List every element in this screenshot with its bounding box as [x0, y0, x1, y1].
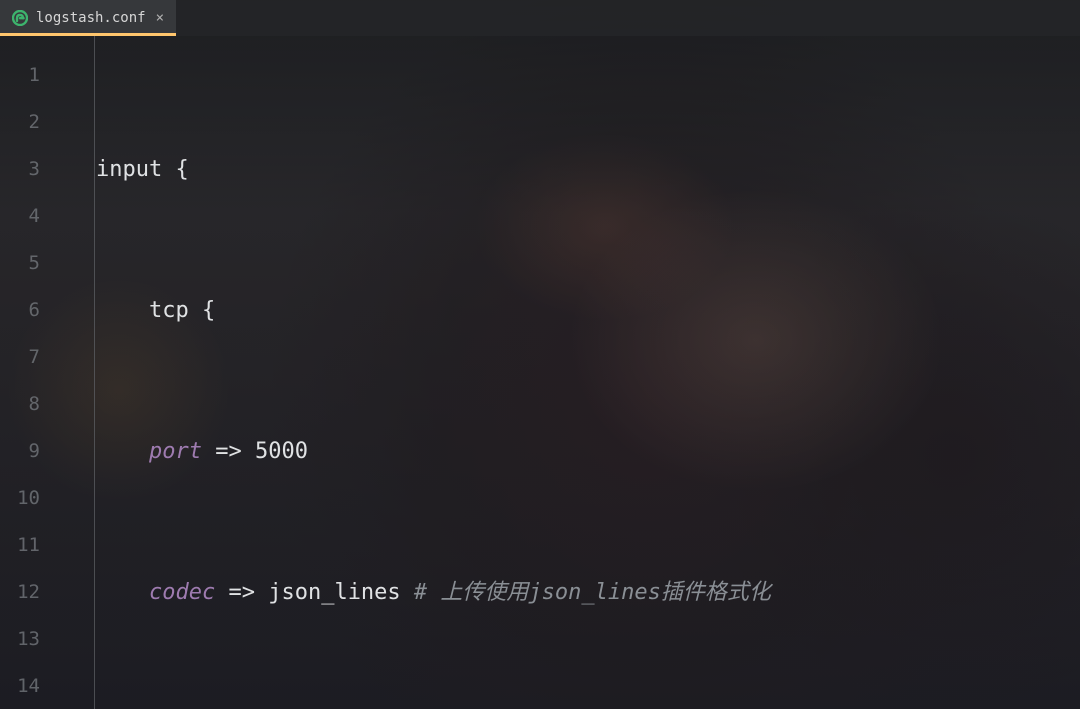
- brace-open: {: [202, 298, 215, 323]
- line-number: 1: [0, 52, 50, 99]
- code-line[interactable]: tcp {: [96, 287, 1080, 334]
- line-number: 12: [0, 569, 50, 616]
- tab-bar: logstash.conf ×: [0, 0, 1080, 36]
- line-number: 8: [0, 381, 50, 428]
- code-line[interactable]: port => 5000: [96, 428, 1080, 475]
- line-number: 14: [0, 663, 50, 709]
- comment-hash: #: [414, 580, 427, 605]
- tab-filename: logstash.conf: [36, 0, 146, 36]
- code-line[interactable]: input {: [96, 146, 1080, 193]
- line-number: 6: [0, 287, 50, 334]
- line-number: 9: [0, 428, 50, 475]
- keyword-input: input: [96, 157, 162, 182]
- value-codec: json_lines: [268, 580, 400, 605]
- code-line[interactable]: codec => json_lines # 上传使用json_lines插件格式…: [96, 569, 1080, 616]
- editor-area[interactable]: 1 2 3 4 5 6 7 8 9 10 11 12 13 14 input {…: [0, 36, 1080, 709]
- code-area[interactable]: input { tcp { port => 5000 codec => json…: [50, 36, 1080, 709]
- line-number: 10: [0, 475, 50, 522]
- line-number-gutter: 1 2 3 4 5 6 7 8 9 10 11 12 13 14: [0, 36, 50, 709]
- tab-close-icon[interactable]: ×: [154, 11, 164, 25]
- value-port: 5000: [255, 439, 308, 464]
- brace-open: {: [175, 157, 188, 182]
- arrow: =>: [215, 439, 242, 464]
- line-number: 5: [0, 240, 50, 287]
- tab-active-underline: [0, 33, 176, 36]
- prop-port: port: [149, 439, 202, 464]
- comment-text: 上传使用json_lines插件格式化: [440, 580, 770, 605]
- line-number: 3: [0, 146, 50, 193]
- tab-logstash-conf[interactable]: logstash.conf ×: [0, 0, 176, 36]
- grok-file-icon: [12, 10, 28, 26]
- line-number: 2: [0, 99, 50, 146]
- line-number: 7: [0, 334, 50, 381]
- gutter-border: [94, 36, 95, 709]
- line-number: 4: [0, 193, 50, 240]
- keyword-tcp: tcp: [149, 298, 189, 323]
- line-number: 11: [0, 522, 50, 569]
- arrow: =>: [228, 580, 255, 605]
- line-number: 13: [0, 616, 50, 663]
- editor-root: logstash.conf × 1 2 3 4 5 6 7 8 9 10 11 …: [0, 0, 1080, 709]
- prop-codec: codec: [149, 580, 215, 605]
